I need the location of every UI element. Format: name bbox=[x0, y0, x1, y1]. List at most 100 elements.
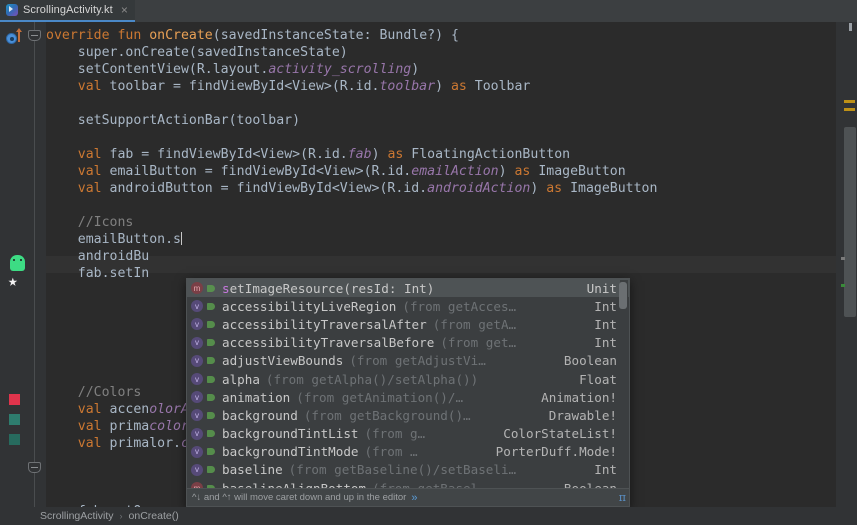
property-icon: v bbox=[191, 409, 203, 422]
code-token: (savedInstanceState: Bundle?) { bbox=[212, 28, 459, 43]
code-token: androidButton = findViewById<View>(R.id. bbox=[101, 181, 428, 196]
autocomplete-item-name: alpha bbox=[222, 371, 260, 387]
code-token: androidAction bbox=[427, 181, 531, 196]
java-member-icon bbox=[206, 428, 217, 439]
autocomplete-item-origin: (from get… bbox=[440, 335, 517, 351]
fold-marker-bottom-icon[interactable] bbox=[28, 462, 41, 473]
warning-marker[interactable] bbox=[844, 100, 855, 103]
autocomplete-scrollbar[interactable] bbox=[619, 280, 628, 489]
java-member-icon bbox=[206, 446, 217, 457]
autocomplete-item-origin: (from … bbox=[364, 444, 418, 460]
breadcrumb-method[interactable]: onCreate() bbox=[129, 510, 179, 522]
change-marker[interactable] bbox=[841, 257, 845, 260]
autocomplete-item[interactable]: v accessibilityTraversalBefore (from get… I… bbox=[187, 334, 629, 352]
code-fold-rail bbox=[34, 22, 35, 507]
override-method-icon[interactable] bbox=[6, 33, 17, 44]
code-token: prima bbox=[101, 419, 150, 434]
color-swatch-accent-icon[interactable] bbox=[9, 394, 20, 405]
code-token: ) bbox=[530, 181, 547, 196]
java-member-icon bbox=[206, 319, 217, 330]
code-token: FloatingActionButton bbox=[403, 147, 571, 162]
property-icon: v bbox=[191, 373, 203, 386]
code-token: toolbar bbox=[379, 79, 436, 94]
autocomplete-popup[interactable]: m setImageResource(resId: Int) Unit v access… bbox=[186, 278, 630, 507]
code-editor[interactable]: ★ override fun onCreate(savedInstanceSta… bbox=[0, 22, 857, 507]
autocomplete-item[interactable]: v backgroundTintMode (from … PorterDuff.Mod… bbox=[187, 443, 629, 461]
tab-bar-empty-area bbox=[134, 0, 857, 22]
color-swatch-primary-dark-icon[interactable] bbox=[9, 434, 20, 445]
star-icon[interactable]: ★ bbox=[8, 273, 18, 289]
java-member-icon bbox=[206, 464, 217, 475]
code-token: as bbox=[514, 164, 531, 179]
code-token: //Colors bbox=[46, 385, 142, 400]
warning-marker[interactable] bbox=[844, 108, 855, 111]
editor-marker-bar[interactable] bbox=[836, 22, 857, 507]
autocomplete-item-type: PorterDuff.Mode! bbox=[495, 444, 617, 460]
code-token: emailButton = findViewById<View>(R.id. bbox=[101, 164, 412, 179]
method-icon: m bbox=[191, 282, 203, 295]
code-token: ) bbox=[435, 79, 451, 94]
code-token: prima bbox=[101, 436, 150, 451]
breadcrumb[interactable]: ScrollingActivity › onCreate() bbox=[0, 507, 857, 525]
change-marker[interactable] bbox=[841, 284, 845, 287]
autocomplete-item-origin: (from getAdjustVi… bbox=[349, 353, 486, 369]
autocomplete-item-type: Int bbox=[594, 462, 617, 478]
autocomplete-hint-bar: ^↓ and ^↑ will move caret down and up in… bbox=[187, 488, 629, 506]
code-token: emailButton.s bbox=[46, 232, 181, 247]
editor-gutter[interactable]: ★ bbox=[0, 22, 46, 507]
autocomplete-item-name: accessibilityTraversalBefore bbox=[222, 335, 435, 351]
code-token: ImageButton bbox=[562, 181, 658, 196]
autocomplete-scrollbar-thumb[interactable] bbox=[619, 282, 627, 309]
code-token: ImageButton bbox=[530, 164, 626, 179]
android-resource-icon[interactable] bbox=[10, 255, 25, 271]
autocomplete-item-type: Animation! bbox=[541, 389, 617, 405]
inspection-status-icon[interactable] bbox=[849, 23, 852, 31]
autocomplete-item-type: Boolean bbox=[563, 353, 617, 369]
breadcrumb-class[interactable]: ScrollingActivity bbox=[40, 510, 114, 522]
autocomplete-item-origin: (from g… bbox=[364, 426, 426, 442]
autocomplete-item-type: ColorStateList! bbox=[503, 426, 617, 442]
code-token: //Icons bbox=[46, 215, 134, 230]
autocomplete-item[interactable]: v alpha (from getAlpha()/setAlpha()) Float bbox=[187, 370, 629, 388]
color-swatch-primary-icon[interactable] bbox=[9, 414, 20, 425]
autocomplete-item[interactable]: v backgroundTintList (from g… ColorStateLis… bbox=[187, 425, 629, 443]
editor-tab-bar: ScrollingActivity.kt × bbox=[0, 0, 857, 22]
code-token: toolbar = findViewById<View>(R.id. bbox=[101, 79, 380, 94]
fold-marker-top-icon[interactable] bbox=[28, 30, 41, 41]
autocomplete-item[interactable]: v accessibilityTraversalAfter (from getA… I… bbox=[187, 315, 629, 333]
autocomplete-item[interactable]: v animation (from getAnimation()/… Animatio… bbox=[187, 388, 629, 406]
autocomplete-item[interactable]: v accessibilityLiveRegion (from getAcces… I… bbox=[187, 297, 629, 315]
editor-scrollbar-thumb[interactable] bbox=[844, 127, 856, 317]
autocomplete-item-name: backgroundTintMode bbox=[222, 444, 359, 460]
autocomplete-hint-text: ^↓ and ^↑ will move caret down and up in… bbox=[192, 492, 407, 503]
pi-icon[interactable]: π bbox=[619, 491, 626, 504]
code-token: fab bbox=[347, 147, 372, 162]
autocomplete-hint-link[interactable]: » bbox=[411, 492, 417, 504]
code-token: super.onCreate(savedInstanceState) bbox=[46, 45, 348, 60]
property-icon: v bbox=[191, 391, 203, 404]
code-line: //Icons bbox=[46, 214, 836, 231]
tab-scrolling-activity[interactable]: ScrollingActivity.kt × bbox=[0, 0, 135, 22]
property-icon: v bbox=[191, 300, 203, 313]
code-token: ) bbox=[411, 62, 420, 77]
kotlin-file-icon bbox=[6, 4, 18, 16]
autocomplete-item-origin: (from getAlpha()/setAlpha()) bbox=[265, 371, 479, 387]
autocomplete-item[interactable]: v adjustViewBounds (from getAdjustVi… Boole… bbox=[187, 352, 629, 370]
autocomplete-item[interactable]: v background (from getBackground()… Drawabl… bbox=[187, 406, 629, 424]
code-line: val androidButton = findViewById<View>(R… bbox=[46, 180, 836, 197]
autocomplete-item[interactable]: v baseline (from getBaseline()/setBaseli… I… bbox=[187, 461, 629, 479]
autocomplete-item-name: setImageResource(resId: Int) bbox=[222, 280, 435, 296]
autocomplete-item[interactable]: m setImageResource(resId: Int) Unit bbox=[187, 279, 629, 298]
autocomplete-item-type: Int bbox=[594, 316, 617, 332]
java-member-icon bbox=[206, 337, 217, 348]
autocomplete-list[interactable]: m setImageResource(resId: Int) Unit v access… bbox=[187, 279, 629, 490]
close-icon[interactable]: × bbox=[121, 4, 128, 16]
